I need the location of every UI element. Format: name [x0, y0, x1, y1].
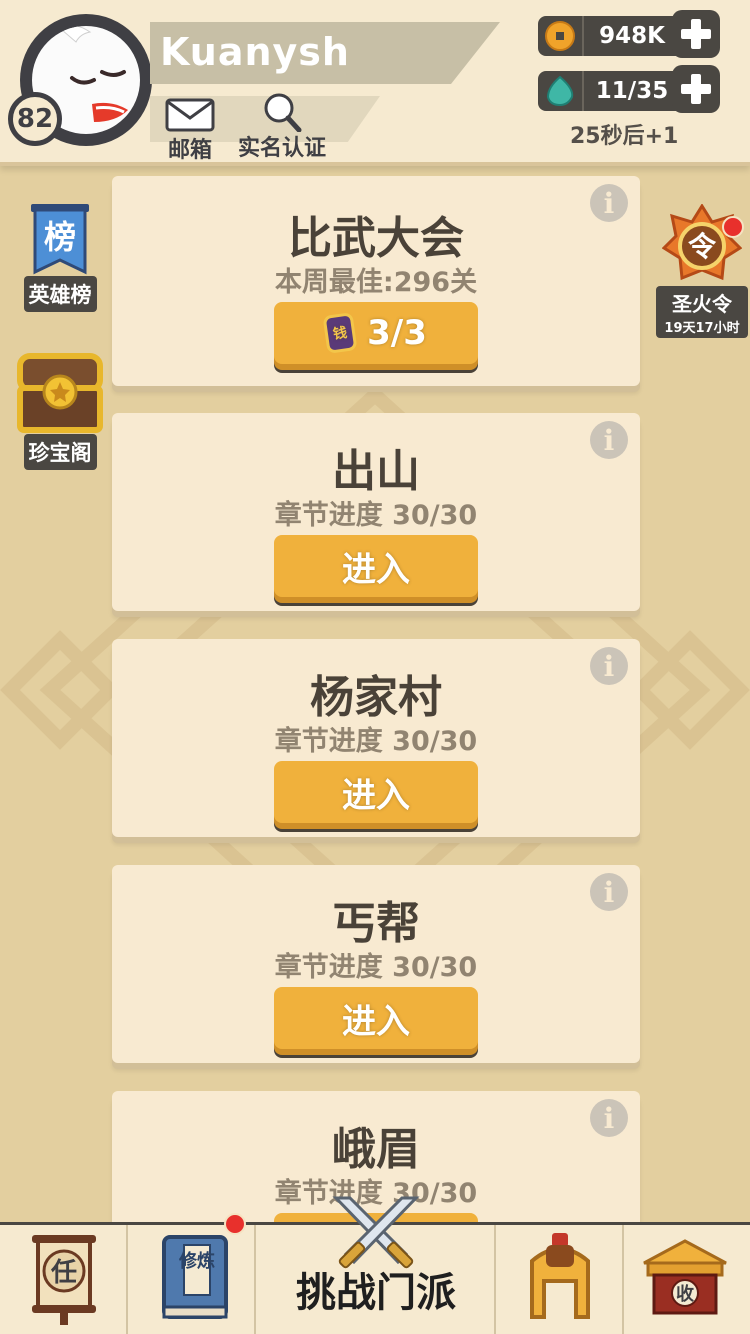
- card-title: 比武大会: [288, 213, 464, 264]
- chapter-card: i 杨家村 章节进度 30/30 进入: [112, 639, 640, 837]
- mailbox-button[interactable]: 邮箱: [162, 98, 218, 164]
- coin-icon: [545, 21, 575, 51]
- mail-icon: [165, 98, 215, 132]
- collect-char: 收: [676, 1283, 694, 1305]
- nav-tasks[interactable]: 任: [0, 1225, 128, 1334]
- challenge-sect-button[interactable]: 挑战门派: [256, 1196, 496, 1334]
- verify-button[interactable]: 实名认证: [232, 92, 332, 162]
- player-name: Kuanysh: [160, 30, 350, 74]
- token-timer: 19天17小时: [664, 321, 740, 336]
- card-title: 杨家村: [310, 672, 442, 723]
- card-title: 峨眉: [332, 1124, 420, 1175]
- verify-label: 实名认证: [237, 136, 326, 161]
- treasure-button[interactable]: 珍宝阁: [14, 352, 106, 470]
- magnifier-icon: [264, 93, 302, 132]
- hero-ranking-label: 英雄榜: [23, 276, 97, 312]
- energy-regen-timer: 25秒后+1: [570, 124, 679, 149]
- add-energy-button[interactable]: [672, 65, 720, 113]
- hero-ranking-button[interactable]: 榜 英雄榜: [16, 202, 104, 312]
- holy-fire-token-button[interactable]: 令 圣火令 19天17小时: [656, 204, 748, 338]
- crossed-swords-icon: [332, 1196, 420, 1269]
- ranking-banner-icon: 榜: [31, 204, 89, 275]
- coin-counter: 948K: [538, 16, 684, 56]
- tournament-card: i 比武大会 本周最佳:296关 钱 3/3: [112, 176, 640, 386]
- chapter-card: i 出山 章节进度 30/30 进入: [112, 413, 640, 611]
- treasure-label: 珍宝阁: [23, 434, 97, 470]
- enter-button[interactable]: 进入: [274, 987, 478, 1049]
- card-subtitle: 本周最佳:296关: [274, 267, 478, 298]
- mailbox-label: 邮箱: [167, 138, 212, 163]
- ticket-icon: 钱: [322, 312, 358, 354]
- scroll-task-icon: 任: [32, 1235, 96, 1325]
- energy-value: 11/35: [582, 71, 680, 111]
- level-badge: 82: [8, 92, 62, 146]
- nav-training[interactable]: 修炼: [128, 1213, 256, 1334]
- token-char: 令: [688, 230, 717, 263]
- attempts-count: 3/3: [367, 313, 427, 353]
- enter-button[interactable]: 进入: [274, 535, 478, 597]
- shop-building-icon: 收: [643, 1239, 727, 1315]
- nav-armor[interactable]: [496, 1225, 624, 1334]
- token-label: 圣火令: [672, 292, 732, 316]
- tournament-attempts-button[interactable]: 钱 3/3: [274, 302, 478, 364]
- card-title: 丐帮: [332, 898, 420, 949]
- plus-icon: [681, 19, 711, 49]
- top-header: 82 Kuanysh 邮箱 实名认证 948K 11/35 25秒后+1: [0, 0, 750, 166]
- chapter-card: i 丐帮 章节进度 30/30 进入: [112, 865, 640, 1063]
- tasks-char: 任: [50, 1258, 77, 1288]
- enter-button[interactable]: 进入: [274, 761, 478, 823]
- treasure-chest-icon: [17, 353, 103, 433]
- training-book-icon: 修炼: [162, 1235, 228, 1319]
- notification-dot: [722, 216, 744, 238]
- ranking-char: 榜: [44, 218, 76, 256]
- energy-drop-icon: [546, 75, 574, 107]
- training-char: 修炼: [178, 1250, 215, 1272]
- notification-dot: [224, 1213, 246, 1235]
- nav-collect[interactable]: 收: [624, 1225, 750, 1334]
- card-title: 出山: [332, 446, 420, 497]
- card-subtitle: 章节进度 30/30: [274, 500, 478, 531]
- challenge-sect-label: 挑战门派: [296, 1270, 456, 1316]
- token-tag: 圣火令 19天17小时: [656, 286, 748, 338]
- armor-icon: [530, 1233, 590, 1319]
- card-subtitle: 章节进度 30/30: [274, 726, 478, 757]
- card-subtitle: 章节进度 30/30: [274, 952, 478, 983]
- energy-counter: 11/35: [538, 71, 684, 111]
- plus-icon: [681, 74, 711, 104]
- coin-value: 948K: [582, 16, 680, 56]
- add-coins-button[interactable]: [672, 10, 720, 58]
